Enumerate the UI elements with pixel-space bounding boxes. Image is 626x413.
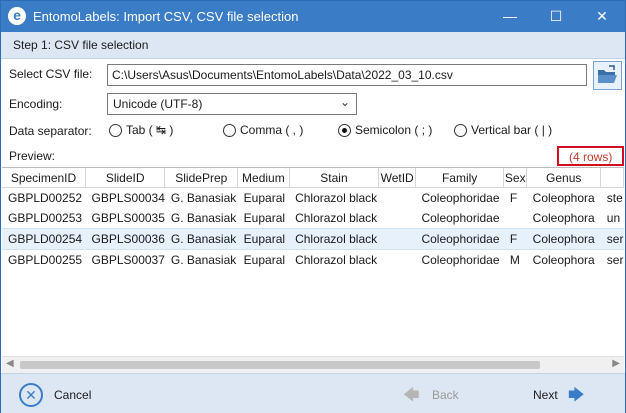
table-cell: Euparal bbox=[243, 211, 286, 225]
preview-label: Preview: bbox=[9, 149, 56, 163]
table-cell: GBPLD00252 bbox=[8, 191, 83, 205]
column-header-wetid[interactable]: WetID bbox=[378, 168, 416, 188]
browse-folder-button[interactable] bbox=[593, 61, 622, 90]
column-header-slideprep[interactable]: SlidePrep bbox=[164, 168, 239, 188]
radio-indicator bbox=[454, 124, 467, 137]
folder-open-icon bbox=[598, 65, 617, 83]
radio-label: Comma ( , ) bbox=[240, 123, 304, 137]
table-cell: G. Banasiak bbox=[170, 191, 237, 205]
radio-indicator-selected bbox=[338, 124, 351, 137]
scroll-right-icon[interactable]: ▶ bbox=[612, 358, 620, 369]
table-cell: GBPLS00037 bbox=[91, 253, 165, 267]
table-cell: Coleophora bbox=[532, 211, 595, 225]
file-label: Select CSV file: bbox=[9, 67, 93, 81]
table-cell: Coleophoridae bbox=[421, 211, 500, 225]
encoding-value: Unicode (UTF-8) bbox=[113, 97, 203, 111]
column-header-sex[interactable]: Sex bbox=[503, 168, 528, 188]
column-header-medium[interactable]: Medium bbox=[237, 168, 290, 188]
scroll-left-icon[interactable]: ◀ bbox=[6, 358, 14, 369]
table-cell bbox=[504, 208, 527, 229]
table-cell: GBPLS00036 bbox=[85, 228, 165, 250]
row-count-text: (4 rows) bbox=[569, 150, 613, 164]
table-cell: un bbox=[606, 211, 621, 225]
table-cell: F bbox=[503, 228, 527, 250]
file-path-input[interactable]: C:\Users\Asus\Documents\EntomoLabels\Dat… bbox=[107, 64, 587, 86]
table-cell: G. Banasiak bbox=[164, 228, 238, 250]
row-count-badge: (4 rows) bbox=[557, 146, 624, 166]
title-bar[interactable]: e EntomoLabels: Import CSV, CSV file sel… bbox=[1, 1, 625, 32]
table-cell: GBPLS00035 bbox=[91, 211, 165, 225]
table-cell: GBPLD00253 bbox=[8, 211, 83, 225]
table-cell: G. Banasiak bbox=[170, 211, 237, 225]
table-cell: Coleophora bbox=[526, 228, 601, 250]
table-cell: Coleophora bbox=[532, 191, 595, 205]
table-cell: F bbox=[509, 191, 518, 205]
back-arrow-icon: 🡄 bbox=[403, 387, 420, 404]
table-cell: GBPLS00034 bbox=[91, 191, 165, 205]
footer-bar: ✕ Cancel 🡄 Back Next 🡆 bbox=[1, 373, 625, 413]
app-logo-icon: e bbox=[8, 7, 26, 25]
table-cell: M bbox=[509, 253, 520, 267]
radio-label: Vertical bar ( | ) bbox=[471, 123, 553, 137]
table-cell: Euparal bbox=[237, 228, 290, 250]
table-cell bbox=[379, 250, 416, 271]
table-cell: Coleophora bbox=[532, 253, 595, 267]
table-cell: Chlorazol black bbox=[295, 191, 378, 205]
table-row[interactable]: GBPLD00253 GBPLS00035 G. Banasiak Eupara… bbox=[2, 208, 624, 229]
encoding-label: Encoding: bbox=[9, 97, 63, 111]
encoding-select[interactable]: Unicode (UTF-8) ⌄ bbox=[107, 93, 357, 115]
preview-grid[interactable]: SpecimenID SlideID SlidePrep Medium Stai… bbox=[2, 167, 624, 372]
table-row-selected[interactable]: GBPLD00254 GBPLS00036 G. Banasiak Eupara… bbox=[2, 228, 624, 250]
column-header-specimenid[interactable]: SpecimenID bbox=[2, 168, 86, 188]
column-header-stain[interactable]: Stain bbox=[289, 168, 380, 188]
column-header-genus[interactable]: Genus bbox=[526, 168, 602, 188]
radio-label: Semicolon ( ; ) bbox=[355, 123, 433, 137]
column-header-family[interactable]: Family bbox=[415, 168, 505, 188]
table-cell: Coleophoridae bbox=[415, 228, 504, 250]
radio-indicator bbox=[223, 124, 236, 137]
table-cell: G. Banasiak bbox=[170, 253, 237, 267]
cancel-icon[interactable]: ✕ bbox=[19, 383, 43, 407]
next-button[interactable]: Next bbox=[533, 388, 558, 402]
radio-indicator bbox=[109, 124, 122, 137]
maximize-button[interactable]: ☐ bbox=[533, 1, 579, 32]
table-cell bbox=[379, 208, 416, 229]
table-cell: ste bbox=[606, 191, 623, 205]
horizontal-scrollbar[interactable]: ◀ ▶ bbox=[2, 356, 624, 373]
step-label: Step 1: CSV file selection bbox=[13, 38, 149, 52]
back-button[interactable]: Back bbox=[432, 388, 459, 402]
window-title: EntomoLabels: Import CSV, CSV file selec… bbox=[33, 9, 299, 24]
close-button[interactable]: ✕ bbox=[579, 1, 625, 32]
table-cell bbox=[379, 188, 416, 209]
column-header-slideid[interactable]: SlideID bbox=[85, 168, 166, 188]
table-row[interactable]: GBPLD00255 GBPLS00037 G. Banasiak Eupara… bbox=[2, 250, 624, 271]
table-cell: Chlorazol black bbox=[289, 228, 379, 250]
file-path-value: C:\Users\Asus\Documents\EntomoLabels\Dat… bbox=[112, 68, 453, 82]
step-header: Step 1: CSV file selection bbox=[1, 32, 625, 59]
next-arrow-icon[interactable]: 🡆 bbox=[568, 384, 585, 411]
table-cell: GBPLD00254 bbox=[2, 228, 86, 250]
preview-table: SpecimenID SlideID SlidePrep Medium Stai… bbox=[2, 168, 624, 270]
table-cell: Coleophoridae bbox=[421, 253, 500, 267]
table-cell: Euparal bbox=[243, 191, 286, 205]
table-cell bbox=[378, 228, 416, 250]
minimize-button[interactable]: — bbox=[487, 1, 533, 32]
scrollbar-thumb[interactable] bbox=[20, 361, 540, 369]
import-csv-window: e EntomoLabels: Import CSV, CSV file sel… bbox=[0, 0, 626, 413]
table-cell: Coleophoridae bbox=[421, 191, 500, 205]
table-cell: ser bbox=[600, 228, 624, 250]
table-row[interactable]: GBPLD00252 GBPLS00034 G. Banasiak Eupara… bbox=[2, 188, 624, 209]
separator-label: Data separator: bbox=[9, 124, 92, 138]
table-cell: Chlorazol black bbox=[295, 211, 378, 225]
table-cell: Chlorazol black bbox=[295, 253, 378, 267]
column-header-next[interactable] bbox=[600, 168, 624, 188]
table-cell: GBPLD00255 bbox=[8, 253, 83, 267]
chevron-down-icon: ⌄ bbox=[339, 95, 350, 109]
header-row: SpecimenID SlideID SlidePrep Medium Stai… bbox=[2, 168, 624, 188]
table-cell: ser bbox=[606, 253, 624, 267]
radio-label: Tab ( ↹ ) bbox=[126, 123, 174, 137]
table-cell: Euparal bbox=[243, 253, 286, 267]
cancel-button[interactable]: Cancel bbox=[54, 388, 91, 402]
